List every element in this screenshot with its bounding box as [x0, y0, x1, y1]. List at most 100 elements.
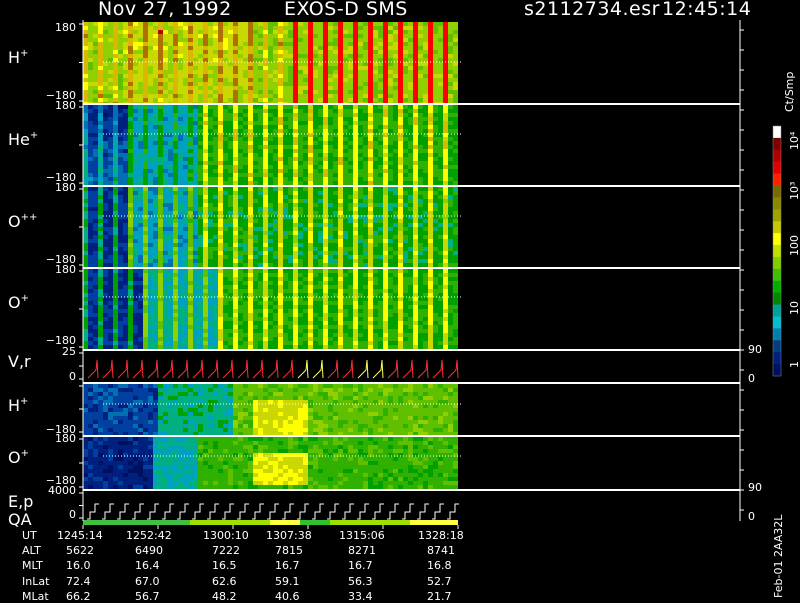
heat-cell	[93, 317, 98, 321]
heat-cell	[258, 90, 263, 94]
heat-cell	[93, 337, 98, 341]
heat-cell	[288, 219, 293, 223]
heat-cell	[163, 269, 168, 273]
heat-cell	[218, 58, 223, 62]
heat-cell	[243, 203, 248, 207]
heat-cell	[118, 62, 123, 66]
heat-cell	[173, 125, 178, 129]
heat-cell	[218, 22, 223, 26]
heat-cell	[218, 235, 223, 239]
heat-cell	[323, 191, 328, 195]
heat-cell	[178, 273, 183, 277]
heat-cell	[113, 161, 118, 165]
heat-cell	[148, 30, 153, 34]
heat-cell	[288, 199, 293, 203]
heat-cell	[308, 251, 313, 255]
heat-cell	[313, 26, 318, 30]
heat-cell	[83, 22, 88, 26]
heat-cell	[93, 165, 98, 169]
heat-cell	[438, 173, 443, 177]
heat-cell	[378, 78, 383, 82]
heat-cell	[213, 30, 218, 34]
heat-cell	[158, 177, 163, 181]
heat-cell	[433, 145, 438, 149]
heat-cell	[378, 58, 383, 62]
heat-cell	[268, 113, 273, 117]
heat-cell	[293, 149, 298, 153]
heat-cell	[223, 259, 228, 263]
heat-cell	[168, 207, 173, 211]
heat-cell	[218, 231, 223, 235]
heat-cell	[343, 165, 348, 169]
heat-cell	[213, 58, 218, 62]
heat-cell	[118, 199, 123, 203]
heat-cell	[268, 219, 273, 223]
heat-cell	[153, 199, 158, 203]
heat-cell	[233, 30, 238, 34]
heat-cell	[208, 219, 213, 223]
heat-cell	[123, 263, 128, 267]
heat-cell	[393, 129, 398, 133]
heat-cell	[168, 273, 173, 277]
heat-cell	[133, 199, 138, 203]
heat-cell	[233, 86, 238, 90]
heat-cell	[138, 263, 143, 267]
heat-cell	[438, 121, 443, 125]
heat-cell	[218, 117, 223, 121]
heat-cell	[168, 285, 173, 289]
heat-cell	[328, 239, 333, 243]
heat-cell	[278, 165, 283, 169]
heat-cell	[408, 259, 413, 263]
heat-cell	[243, 177, 248, 181]
heat-cell	[328, 203, 333, 207]
heat-cell	[98, 74, 103, 78]
heat-cell	[303, 259, 308, 263]
heat-cell	[398, 94, 403, 98]
heat-cell	[293, 207, 298, 211]
heat-cell	[298, 94, 303, 98]
heat-cell	[148, 195, 153, 199]
heat-cell	[108, 86, 113, 90]
heat-cell	[133, 137, 138, 141]
heat-cell	[338, 50, 343, 54]
heat-cell	[278, 117, 283, 121]
heat-cell	[208, 26, 213, 30]
heat-cell	[208, 181, 213, 185]
heat-cell	[308, 223, 313, 227]
heat-cell	[148, 129, 153, 133]
heat-cell	[93, 70, 98, 74]
heat-cell	[108, 165, 113, 169]
heat-cell	[248, 255, 253, 259]
heat-cell	[83, 145, 88, 149]
heat-cell	[298, 50, 303, 54]
heat-cell	[313, 82, 318, 86]
heat-cell	[123, 199, 128, 203]
heat-cell	[153, 121, 158, 125]
heat-cell	[248, 26, 253, 30]
heat-cell	[218, 227, 223, 231]
heat-cell	[138, 195, 143, 199]
heat-cell	[258, 82, 263, 86]
heat-cell	[383, 125, 388, 129]
heat-cell	[413, 165, 418, 169]
heat-cell	[273, 141, 278, 145]
heat-cell	[258, 145, 263, 149]
heat-cell	[248, 219, 253, 223]
heat-cell	[433, 195, 438, 199]
heat-cell	[323, 149, 328, 153]
heat-cell	[263, 263, 268, 267]
heat-cell	[198, 141, 203, 145]
heat-cell	[333, 211, 338, 215]
heat-cell	[123, 125, 128, 129]
heat-cell	[383, 98, 388, 102]
heat-cell	[83, 297, 88, 301]
heat-cell	[98, 98, 103, 102]
heat-cell	[408, 109, 413, 113]
heat-cell	[273, 239, 278, 243]
heat-cell	[268, 34, 273, 38]
heat-cell	[258, 105, 263, 109]
heat-cell	[88, 38, 93, 42]
heat-cell	[118, 177, 123, 181]
heat-cell	[328, 38, 333, 42]
heat-cell	[253, 243, 258, 247]
